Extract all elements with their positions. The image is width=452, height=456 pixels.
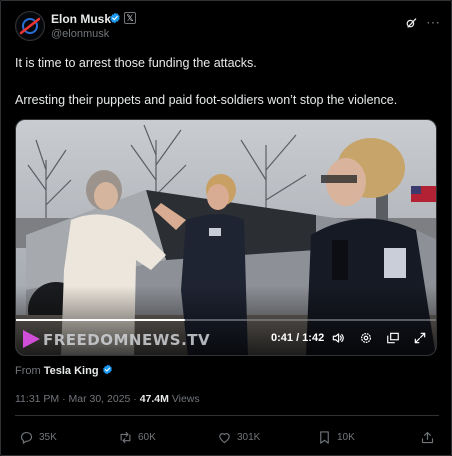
divider: [15, 415, 439, 416]
video-player[interactable]: FREEDOMNEWS.TV: [15, 119, 437, 356]
author-handle[interactable]: @elonmusk: [51, 28, 109, 40]
fullscreen-icon[interactable]: [413, 331, 427, 345]
like-button[interactable]: 301K: [217, 429, 260, 445]
view-count: 47.4M: [139, 393, 169, 405]
post-card[interactable]: Elon Musk 𝕏 @elonmusk ⋯ It is time to ar…: [0, 0, 452, 456]
author-name[interactable]: Elon Musk: [51, 12, 111, 26]
video-watermark: FREEDOMNEWS.TV: [43, 331, 211, 349]
avatar[interactable]: [15, 11, 45, 41]
bookmark-count: 10K: [337, 431, 355, 443]
x-premium-icon[interactable]: 𝕏: [124, 12, 136, 24]
reply-count: 35K: [39, 431, 57, 443]
like-icon: [219, 432, 230, 443]
volume-icon[interactable]: [331, 331, 345, 345]
share-icon: [421, 431, 434, 443]
like-count: 301K: [237, 431, 261, 443]
repost-icon: [120, 431, 131, 443]
reply-button[interactable]: 35K: [19, 429, 57, 445]
video-source: From Tesla King: [15, 364, 113, 377]
bookmark-icon: [320, 430, 329, 444]
post-text-line-1: It is time to arrest those funding the a…: [15, 56, 257, 70]
share-button[interactable]: [420, 429, 440, 445]
picture-in-picture-icon[interactable]: [386, 331, 400, 345]
avatar-logo-icon: [17, 13, 43, 39]
video-frame: [16, 120, 436, 355]
verified-icon: [102, 364, 112, 375]
reply-icon: [20, 431, 33, 444]
repost-count: 60K: [138, 431, 156, 443]
post-meta: 11:31 PM · Mar 30, 2025 · 47.4M Views: [15, 393, 200, 405]
settings-icon[interactable]: [359, 331, 373, 345]
progress-fill[interactable]: [16, 319, 185, 321]
views-label: Views: [171, 393, 200, 405]
verified-icon[interactable]: [109, 12, 121, 24]
repost-button[interactable]: 60K: [118, 429, 156, 445]
post-timestamp[interactable]: 11:31 PM · Mar 30, 2025 ·: [15, 393, 137, 405]
source-name-link[interactable]: Tesla King: [44, 365, 99, 377]
post-text-line-2: Arresting their puppets and paid foot-so…: [15, 93, 398, 107]
source-prefix: From: [15, 365, 41, 377]
bookmark-button[interactable]: 10K: [317, 429, 355, 445]
play-icon[interactable]: [20, 328, 42, 350]
more-icon[interactable]: ⋯: [426, 15, 441, 29]
grok-icon[interactable]: [404, 16, 418, 30]
video-time: 0:41 / 1:42: [271, 332, 325, 344]
